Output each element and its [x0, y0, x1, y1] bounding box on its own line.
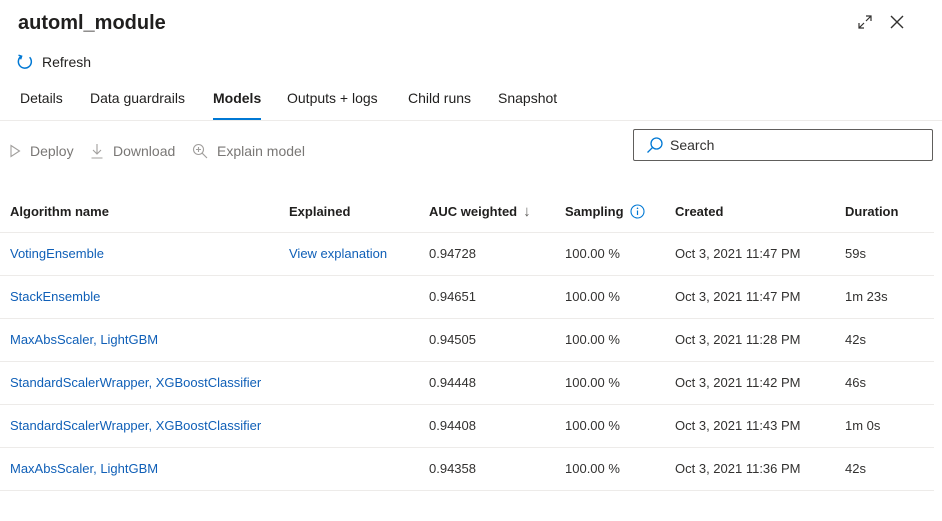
download-button[interactable]: Download: [90, 138, 175, 164]
column-header-created-label: Created: [675, 203, 724, 219]
column-header-duration[interactable]: Duration: [845, 190, 898, 232]
explain-model-label: Explain model: [217, 143, 305, 159]
auc-value: 0.94505: [429, 332, 476, 347]
sampling-value: 100.00 %: [565, 289, 620, 304]
sampling-value: 100.00 %: [565, 418, 620, 433]
sampling-value: 100.00 %: [565, 246, 620, 261]
play-icon: [10, 144, 21, 158]
table-header-row: Algorithm name Explained AUC weighted ↓ …: [0, 190, 934, 233]
duration-value: 46s: [845, 375, 866, 390]
tab-bar: Details Data guardrails Models Outputs +…: [0, 84, 942, 121]
info-icon[interactable]: [629, 203, 645, 219]
auc-value: 0.94358: [429, 461, 476, 476]
tab-snapshot[interactable]: Snapshot: [498, 84, 557, 120]
table-row[interactable]: StandardScalerWrapper, XGBoostClassifier…: [0, 405, 934, 448]
sampling-value: 100.00 %: [565, 375, 620, 390]
refresh-label: Refresh: [42, 54, 92, 70]
auc-value: 0.94728: [429, 246, 476, 261]
zoom-in-icon: [192, 143, 208, 159]
created-value: Oct 3, 2021 11:47 PM: [675, 246, 801, 261]
duration-value: 1m 23s: [845, 289, 888, 304]
column-header-sampling-label: Sampling: [565, 203, 624, 219]
created-value: Oct 3, 2021 11:47 PM: [675, 289, 801, 304]
download-label: Download: [113, 143, 176, 159]
download-icon: [91, 144, 103, 159]
column-header-explained[interactable]: Explained: [289, 190, 350, 232]
algorithm-link[interactable]: StandardScalerWrapper, XGBoostClassifier: [10, 362, 261, 404]
duration-value: 42s: [845, 332, 866, 347]
expand-icon: [858, 15, 872, 29]
auc-value: 0.94408: [429, 418, 476, 433]
column-header-explained-label: Explained: [289, 203, 351, 219]
auc-value: 0.94651: [429, 289, 476, 304]
duration-value: 59s: [845, 246, 866, 261]
algorithm-link[interactable]: StackEnsemble: [10, 276, 100, 318]
sort-descending-icon: ↓: [523, 202, 531, 220]
created-value: Oct 3, 2021 11:42 PM: [675, 375, 801, 390]
algorithm-link[interactable]: VotingEnsemble: [10, 233, 104, 275]
refresh-button[interactable]: Refresh: [16, 52, 91, 72]
search-box[interactable]: [633, 129, 933, 161]
created-value: Oct 3, 2021 11:43 PM: [675, 418, 801, 433]
created-value: Oct 3, 2021 11:28 PM: [675, 332, 801, 347]
deploy-button[interactable]: Deploy: [9, 138, 74, 164]
search-input[interactable]: [670, 137, 920, 153]
algorithm-link[interactable]: MaxAbsScaler, LightGBM: [10, 448, 158, 490]
models-table: Algorithm name Explained AUC weighted ↓ …: [0, 190, 934, 491]
table-row[interactable]: VotingEnsemble View explanation 0.94728 …: [0, 233, 934, 276]
expand-button[interactable]: [854, 11, 876, 33]
duration-value: 1m 0s: [845, 418, 881, 433]
column-header-auc-label: AUC weighted: [429, 203, 518, 219]
column-header-created[interactable]: Created: [675, 190, 723, 232]
created-value: Oct 3, 2021 11:36 PM: [675, 461, 801, 476]
sampling-value: 100.00 %: [565, 461, 620, 476]
column-header-sampling[interactable]: Sampling: [565, 190, 645, 232]
deploy-label: Deploy: [30, 143, 74, 159]
column-header-algorithm[interactable]: Algorithm name: [10, 190, 109, 232]
sampling-value: 100.00 %: [565, 332, 620, 347]
table-row[interactable]: MaxAbsScaler, LightGBM 0.94505 100.00 % …: [0, 319, 934, 362]
duration-value: 42s: [845, 461, 866, 476]
tab-outputs-logs[interactable]: Outputs + logs: [287, 84, 378, 120]
auc-value: 0.94448: [429, 375, 476, 390]
command-bar: Deploy Download Explain model: [0, 138, 600, 164]
table-row[interactable]: StackEnsemble 0.94651 100.00 % Oct 3, 20…: [0, 276, 934, 319]
refresh-icon: [17, 54, 33, 69]
algorithm-link[interactable]: MaxAbsScaler, LightGBM: [10, 319, 158, 361]
algorithm-link[interactable]: StandardScalerWrapper, XGBoostClassifier: [10, 405, 261, 447]
view-explanation-link[interactable]: View explanation: [289, 233, 387, 275]
close-icon: [890, 15, 904, 29]
page-title: automl_module: [18, 12, 166, 34]
table-row[interactable]: StandardScalerWrapper, XGBoostClassifier…: [0, 362, 934, 405]
tab-child-runs[interactable]: Child runs: [408, 84, 471, 120]
close-button[interactable]: [886, 11, 908, 33]
column-header-algorithm-label: Algorithm name: [10, 203, 109, 219]
explain-model-button[interactable]: Explain model: [192, 138, 305, 164]
search-icon: [647, 137, 663, 153]
table-row[interactable]: MaxAbsScaler, LightGBM 0.94358 100.00 % …: [0, 448, 934, 491]
tab-models[interactable]: Models: [213, 84, 262, 120]
tab-data-guardrails[interactable]: Data guardrails: [90, 84, 185, 120]
column-header-duration-label: Duration: [845, 203, 899, 219]
tab-details[interactable]: Details: [20, 84, 63, 120]
column-header-auc[interactable]: AUC weighted ↓: [429, 190, 531, 232]
